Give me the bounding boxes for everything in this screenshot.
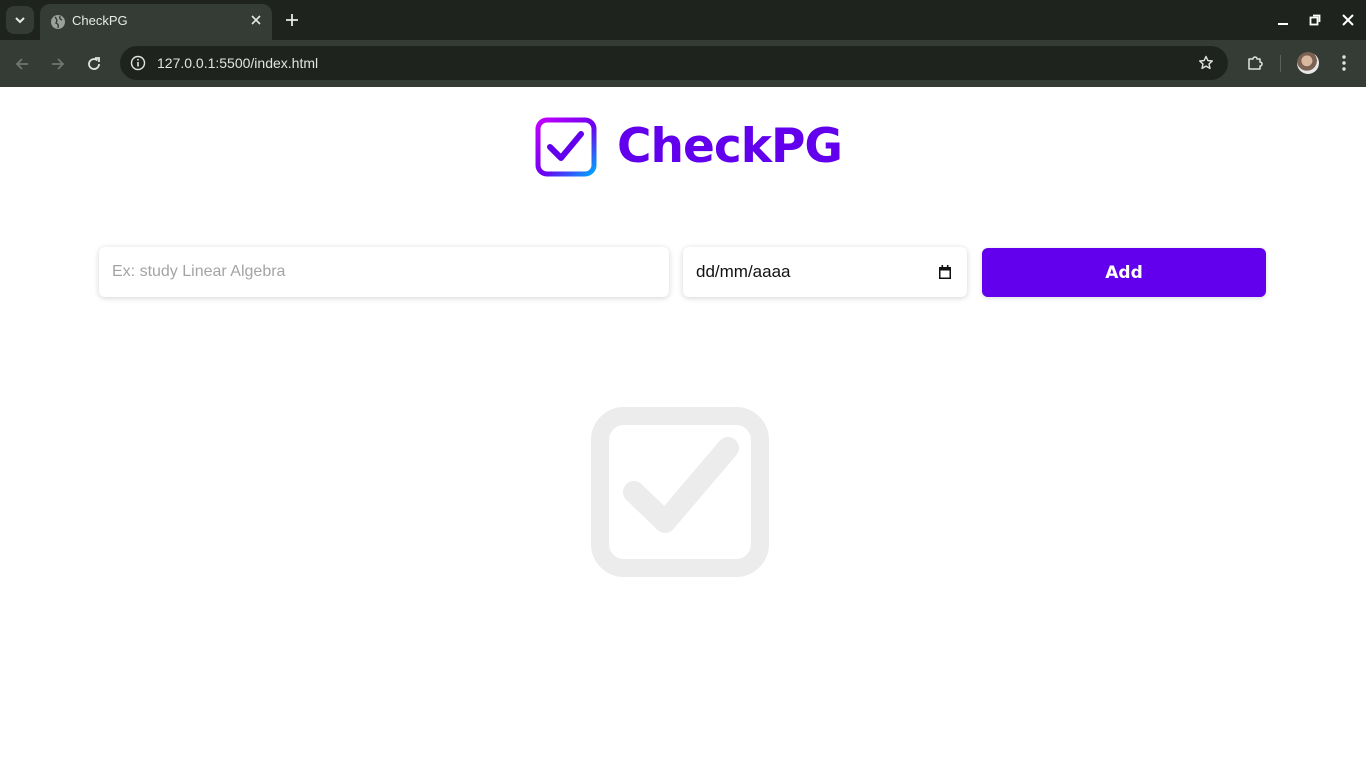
tab-title: CheckPG bbox=[72, 13, 128, 28]
arrow-right-icon bbox=[52, 58, 65, 70]
restore-icon bbox=[1309, 14, 1321, 26]
date-input[interactable]: dd/mm/aaaa bbox=[683, 247, 967, 297]
minimize-button[interactable] bbox=[1273, 10, 1293, 30]
close-tab-icon[interactable] bbox=[248, 12, 264, 28]
task-input[interactable] bbox=[99, 247, 669, 297]
reload-button[interactable] bbox=[82, 52, 106, 76]
chevron-down-icon bbox=[15, 17, 25, 24]
toolbar-divider bbox=[1280, 55, 1281, 72]
kebab-menu-icon bbox=[1342, 55, 1346, 71]
browser-toolbar: 127.0.0.1:5500/index.html bbox=[0, 40, 1366, 87]
url-text: 127.0.0.1:5500/index.html bbox=[157, 55, 319, 71]
new-tab-button[interactable] bbox=[282, 10, 302, 30]
tab-search-button[interactable] bbox=[6, 6, 34, 34]
checkbox-icon bbox=[535, 117, 597, 177]
site-info-icon[interactable] bbox=[128, 53, 148, 73]
reload-icon bbox=[88, 57, 100, 70]
forward-button[interactable] bbox=[46, 52, 70, 76]
restore-button[interactable] bbox=[1305, 10, 1325, 30]
back-button[interactable] bbox=[10, 52, 34, 76]
browser-tab[interactable]: CheckPG bbox=[40, 4, 272, 40]
calendar-icon[interactable] bbox=[937, 264, 953, 280]
minimize-icon bbox=[1278, 23, 1288, 25]
add-button[interactable]: Add bbox=[982, 248, 1266, 297]
bookmark-star-icon[interactable] bbox=[1196, 53, 1216, 73]
browser-menu-button[interactable] bbox=[1333, 52, 1355, 74]
extensions-button[interactable] bbox=[1244, 52, 1266, 74]
globe-icon bbox=[51, 15, 65, 29]
profile-avatar[interactable] bbox=[1297, 52, 1319, 74]
app-header: CheckPG bbox=[535, 117, 843, 177]
address-bar[interactable]: 127.0.0.1:5500/index.html bbox=[120, 46, 1228, 80]
browser-tab-bar: CheckPG bbox=[0, 0, 1366, 40]
date-input-value: dd/mm/aaaa bbox=[696, 262, 791, 281]
puzzle-icon bbox=[1248, 56, 1263, 70]
plus-icon bbox=[286, 14, 298, 26]
app-title: CheckPG bbox=[617, 119, 843, 174]
close-window-button[interactable] bbox=[1338, 10, 1358, 30]
arrow-left-icon bbox=[15, 58, 28, 70]
page-content: CheckPG dd/mm/aaaa Add bbox=[0, 87, 1366, 768]
checkbox-icon bbox=[591, 407, 769, 577]
close-icon bbox=[1342, 14, 1354, 26]
